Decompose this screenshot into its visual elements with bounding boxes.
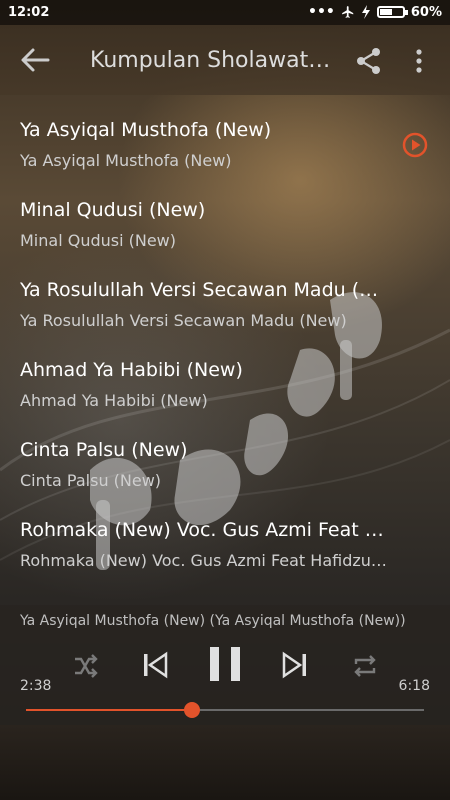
previous-icon[interactable] [142, 651, 168, 679]
list-item-song-2[interactable]: Minal Qudusi (New) Minal Qudusi (New) [0, 175, 450, 255]
share-icon[interactable] [355, 47, 383, 75]
bottom-area [0, 725, 450, 800]
shuffle-icon[interactable] [72, 653, 98, 679]
list-item-song-5[interactable]: Cinta Palsu (New) Cinta Palsu (New) [0, 415, 450, 495]
status-time: 12:02 [8, 5, 50, 20]
next-icon[interactable] [282, 651, 308, 679]
song-subtitle: Minal Qudusi (New) [20, 231, 177, 250]
charging-icon [361, 5, 370, 19]
back-arrow-icon[interactable] [20, 47, 50, 73]
seek-thumb[interactable] [184, 702, 201, 718]
app-bar: Kumpulan Sholawat… [0, 25, 450, 95]
song-title: Ahmad Ya Habibi (New) [20, 359, 243, 381]
list-item-song-6[interactable]: Rohmaka (New) Voc. Gus Azmi Feat Ha… Roh… [0, 495, 450, 575]
play-icon[interactable] [402, 132, 428, 158]
list-item-song-4[interactable]: Ahmad Ya Habibi (New) Ahmad Ya Habibi (N… [0, 335, 450, 415]
airplane-icon [342, 6, 354, 18]
song-title: Ya Asyiqal Musthofa (New) [20, 119, 272, 141]
more-dots-icon: ••• [308, 4, 335, 20]
song-title: Minal Qudusi (New) [20, 199, 206, 221]
player-panel: Ya Asyiqal Musthofa (New) (Ya Asyiqal Mu… [0, 605, 450, 725]
now-playing-text: Ya Asyiqal Musthofa (New) (Ya Asyiqal Mu… [20, 613, 406, 629]
pause-icon[interactable] [208, 645, 242, 683]
list-item-song-1[interactable]: Ya Asyiqal Musthofa (New) Ya Asyiqal Mus… [0, 95, 450, 175]
song-subtitle: Ya Asyiqal Musthofa (New) [20, 151, 232, 170]
list-item-song-3[interactable]: Ya Rosulullah Versi Secawan Madu (New) Y… [0, 255, 450, 335]
song-subtitle: Cinta Palsu (New) [20, 471, 162, 490]
song-subtitle: Ya Rosulullah Versi Secawan Madu (New) [20, 311, 347, 330]
song-title: Cinta Palsu (New) [20, 439, 188, 461]
seek-progress [26, 709, 193, 711]
battery-icon [376, 6, 408, 18]
page-title: Kumpulan Sholawat… [90, 48, 331, 73]
overflow-menu-icon[interactable] [414, 49, 424, 73]
repeat-icon[interactable] [352, 653, 378, 679]
song-list: Ya Asyiqal Musthofa (New) Ya Asyiqal Mus… [0, 95, 450, 575]
seek-bar[interactable] [26, 702, 424, 718]
song-title: Rohmaka (New) Voc. Gus Azmi Feat Ha… [20, 519, 390, 541]
total-duration: 6:18 [398, 678, 430, 694]
song-title: Ya Rosulullah Versi Secawan Madu (New) [20, 279, 390, 301]
song-subtitle: Ahmad Ya Habibi (New) [20, 391, 208, 410]
battery-percent: 60% [410, 4, 442, 20]
elapsed-time: 2:38 [20, 678, 52, 694]
song-subtitle: Rohmaka (New) Voc. Gus Azmi Feat Hafidzu… [20, 551, 390, 570]
status-bar: 12:02 ••• 60% [0, 0, 450, 25]
